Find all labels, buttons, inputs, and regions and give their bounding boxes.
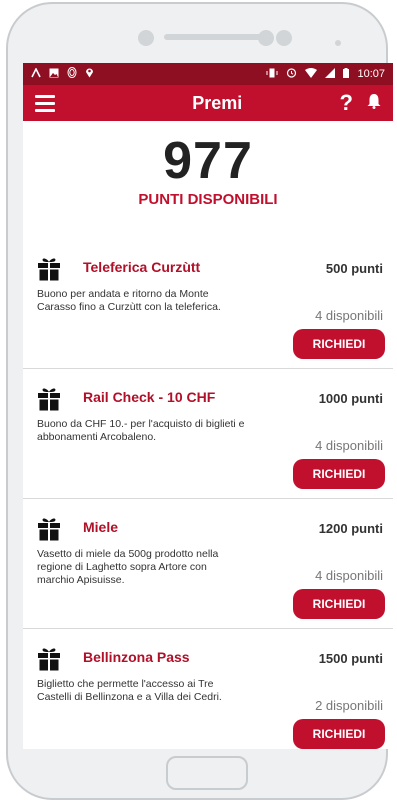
reward-points: 500 punti [325, 261, 383, 276]
gift-icon [37, 517, 61, 541]
sensor-dot [258, 30, 274, 46]
reward-description: Buono da CHF 10.- per l'acquisto di bigl… [37, 418, 245, 443]
request-button[interactable]: RICHIEDI [293, 589, 385, 619]
reward-points: 1500 punti [318, 651, 383, 666]
reward-description: Biglietto che permette l'accesso ai Tre … [37, 678, 222, 703]
app-bar: Premi ? [23, 85, 393, 121]
reward-points: 1200 punti [318, 521, 383, 536]
reward-availability: 4 disponibili [315, 568, 383, 583]
bell-icon[interactable] [367, 93, 381, 114]
sensor-dot [138, 30, 154, 46]
gift-icon [37, 257, 61, 281]
reward-item: Bellinzona Pass 1500 punti Biglietto che… [23, 629, 393, 749]
reward-title: Rail Check - 10 CHF [83, 389, 216, 405]
request-button[interactable]: RICHIEDI [293, 719, 385, 749]
reward-availability: 4 disponibili [315, 438, 383, 453]
alarm-icon [286, 67, 297, 81]
camera-dot [335, 40, 341, 46]
home-button[interactable] [166, 756, 248, 790]
earpiece-speaker [164, 34, 262, 40]
reward-title: Miele [83, 519, 119, 535]
points-value: 977 [163, 132, 253, 190]
reward-availability: 2 disponibili [315, 698, 383, 713]
reward-item: Miele 1200 punti Vasetto di miele da 500… [23, 499, 393, 629]
available-points: 977 PUNTI DISPONIBILI [23, 121, 393, 239]
signal-icon [325, 67, 336, 81]
reward-item: Teleferica Curzùtt 500 punti Buono per a… [23, 239, 393, 369]
help-icon[interactable]: ? [340, 92, 353, 114]
request-button[interactable]: RICHIEDI [293, 459, 385, 489]
points-label: PUNTI DISPONIBILI [138, 191, 278, 208]
status-bar: 10:07 [23, 63, 393, 85]
gift-icon [37, 387, 61, 411]
reward-description: Vasetto di miele da 500g prodotto nella … [37, 548, 219, 586]
status-time: 10:07 [357, 68, 385, 80]
gift-icon [37, 647, 61, 671]
wifi-icon [305, 67, 318, 81]
reward-item: Rail Check - 10 CHF 1000 punti Buono da … [23, 369, 393, 499]
reward-points: 1000 punti [318, 391, 383, 406]
reward-title: Teleferica Curzùtt [83, 259, 201, 275]
battery-icon [343, 67, 350, 81]
reward-availability: 4 disponibili [315, 308, 383, 323]
navigation-icon [31, 66, 41, 81]
reward-list: Teleferica Curzùtt 500 punti Buono per a… [23, 239, 393, 749]
fingerprint-icon [67, 67, 77, 81]
sensor-dot [276, 30, 292, 46]
app-screen: 10:07 Premi ? 977 PUNTI DISPONIBILI Tele… [23, 63, 393, 749]
reward-description: Buono per andata e ritorno da Monte Cara… [37, 288, 221, 313]
location-icon [85, 67, 94, 81]
menu-icon[interactable] [35, 94, 55, 112]
page-title: Premi [192, 92, 243, 113]
vibrate-icon [266, 68, 278, 81]
reward-title: Bellinzona Pass [83, 649, 190, 665]
image-icon [49, 68, 59, 81]
request-button[interactable]: RICHIEDI [293, 329, 385, 359]
